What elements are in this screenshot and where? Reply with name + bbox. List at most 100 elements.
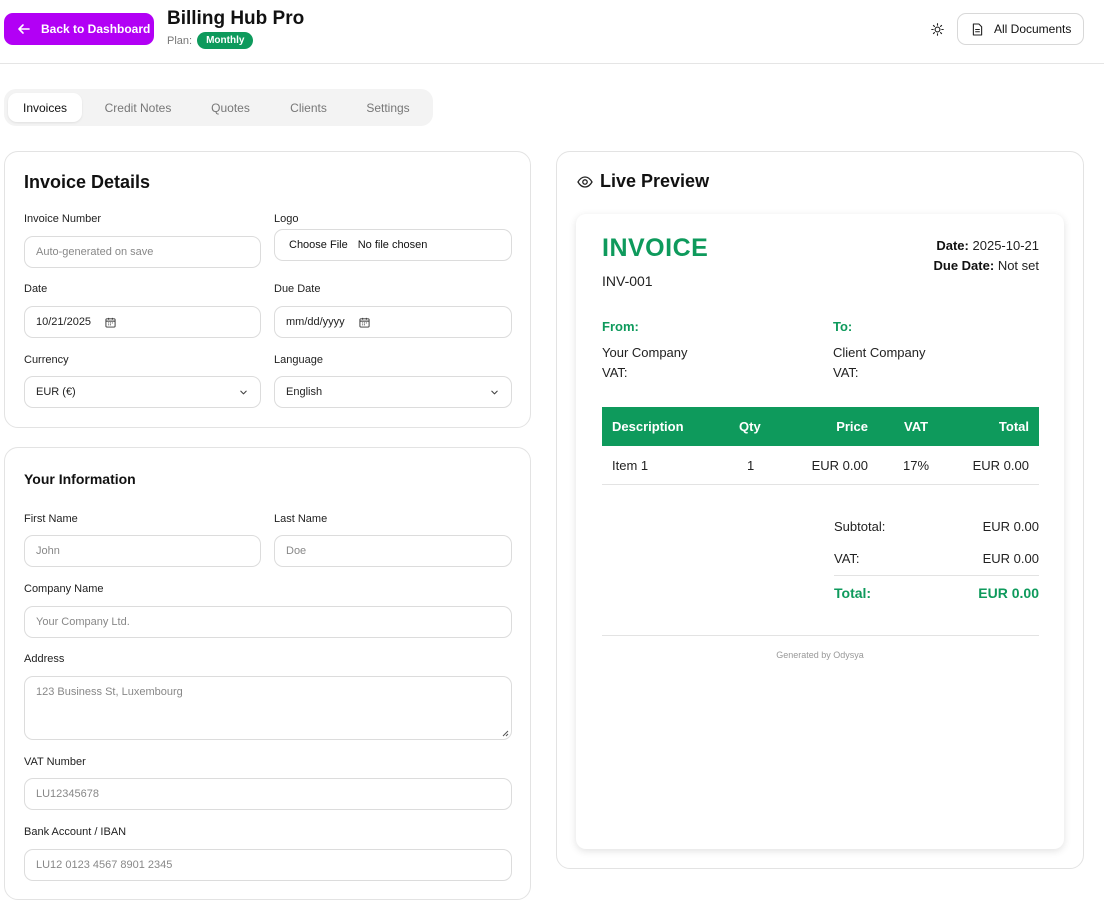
last-name-placeholder: Doe — [286, 545, 307, 557]
calendar-icon[interactable] — [105, 317, 116, 328]
address-label: Address — [24, 653, 65, 665]
resize-handle-icon[interactable] — [501, 729, 509, 737]
date-input[interactable]: 10/21/2025 — [24, 306, 261, 338]
col-description: Description — [612, 419, 684, 434]
invoice-details-title: Invoice Details — [24, 172, 151, 192]
item-qty: 1 — [747, 458, 755, 473]
from-company: Your Company — [602, 345, 688, 360]
top-header: Back to Dashboard Billing Hub Pro Plan: … — [0, 0, 1104, 64]
subtotal-label: Subtotal: — [834, 519, 886, 534]
chevron-down-icon — [240, 390, 247, 395]
language-value: English — [286, 386, 323, 398]
currency-label: Currency — [24, 354, 69, 366]
from-label: From: — [602, 319, 639, 334]
to-label: To: — [833, 319, 853, 334]
company-name-input[interactable]: Your Company Ltd. — [24, 606, 512, 638]
all-documents-label: All Documents — [994, 22, 1072, 36]
bank-account-label: Bank Account / IBAN — [24, 826, 127, 838]
document-icon — [972, 22, 983, 36]
summary-divider — [834, 575, 1039, 576]
back-to-dashboard-button[interactable]: Back to Dashboard — [4, 13, 154, 45]
due-date-label: Due Date — [274, 283, 321, 295]
your-information-card: Your Information First Name John Last Na… — [4, 447, 531, 900]
invoice-due-value: Not set — [997, 258, 1039, 273]
app-title: Billing Hub Pro — [167, 8, 305, 29]
first-name-placeholder: John — [36, 545, 60, 557]
choose-file-button[interactable]: Choose File — [289, 239, 348, 251]
last-name-label: Last Name — [274, 513, 328, 525]
chevron-down-icon — [491, 390, 498, 395]
currency-value: EUR (€) — [36, 386, 76, 398]
address-placeholder: 123 Business St, Luxembourg — [36, 686, 183, 698]
date-value: 10/21/2025 — [36, 316, 92, 328]
table-row: Item 1 1 EUR 0.00 17% EUR 0.00 — [602, 446, 1039, 485]
from-vat: VAT: — [602, 365, 628, 380]
document-tabs: Invoices Credit Notes Quotes Clients Set… — [4, 89, 433, 126]
tab-quotes[interactable]: Quotes — [194, 93, 267, 122]
footer-divider — [602, 635, 1039, 636]
logo-file-input[interactable]: Choose File No file chosen — [274, 229, 512, 261]
invoice-heading: INVOICE — [602, 234, 709, 262]
eye-icon — [577, 175, 593, 188]
live-preview-title: Live Preview — [577, 171, 709, 192]
currency-select[interactable]: EUR (€) — [24, 376, 261, 408]
invoice-number-input[interactable]: Auto-generated on save — [24, 236, 261, 268]
tab-clients[interactable]: Clients — [267, 93, 350, 122]
vat-total-value: EUR 0.00 — [982, 551, 1039, 566]
your-information-title: Your Information — [24, 471, 136, 487]
arrow-left-icon — [18, 24, 30, 34]
col-qty: Qty — [739, 419, 761, 434]
language-label: Language — [274, 354, 323, 366]
invoice-number-label: Invoice Number — [24, 213, 102, 225]
plan-badge: Monthly — [197, 32, 254, 49]
logo-label: Logo — [274, 213, 299, 225]
invoice-number-placeholder: Auto-generated on save — [36, 246, 154, 258]
vat-number-input[interactable]: LU12345678 — [24, 778, 512, 810]
theme-toggle-button[interactable] — [926, 18, 948, 40]
item-total: EUR 0.00 — [972, 458, 1029, 473]
sun-icon — [930, 22, 944, 36]
to-vat: VAT: — [833, 365, 859, 380]
to-company: Client Company — [833, 345, 926, 360]
col-vat: VAT — [904, 419, 929, 434]
invoice-preview-document: INVOICE INV-001 Date: 2025-10-21 Due Dat… — [576, 214, 1064, 849]
due-date-input[interactable]: mm/dd/yyyy — [274, 306, 512, 338]
plan-row: Plan: Monthly — [167, 32, 254, 49]
tab-settings[interactable]: Settings — [350, 93, 426, 122]
vat-total-label: VAT: — [834, 551, 860, 566]
invoice-date-value: 2025-10-21 — [972, 238, 1040, 253]
all-documents-button[interactable]: All Documents — [957, 13, 1084, 45]
plan-label: Plan: — [167, 34, 193, 47]
subtotal-value: EUR 0.00 — [982, 519, 1039, 534]
grand-total-value: EUR 0.00 — [978, 585, 1039, 601]
live-preview-label: Live Preview — [600, 171, 710, 191]
due-date-value: mm/dd/yyyy — [286, 316, 345, 328]
bank-account-input[interactable]: LU12 0123 4567 8901 2345 — [24, 849, 512, 881]
line-items-table: Description Qty Price VAT Total Item 1 1… — [602, 407, 1039, 485]
invoice-date-label: Date: — [936, 238, 969, 253]
tab-credit-notes[interactable]: Credit Notes — [82, 93, 194, 122]
generated-by-footer: Generated by Odysya — [776, 650, 864, 660]
address-textarea[interactable]: 123 Business St, Luxembourg — [24, 676, 512, 740]
company-name-placeholder: Your Company Ltd. — [36, 616, 130, 628]
col-price: Price — [836, 419, 868, 434]
table-header: Description Qty Price VAT Total — [602, 407, 1039, 446]
item-description: Item 1 — [612, 458, 649, 473]
last-name-input[interactable]: Doe — [274, 535, 512, 567]
invoice-details-card: Invoice Details Invoice Number Auto-gene… — [4, 151, 531, 428]
col-total: Total — [998, 419, 1029, 434]
file-status: No file chosen — [357, 239, 428, 251]
invoice-number: INV-001 — [602, 273, 653, 289]
tab-invoices[interactable]: Invoices — [8, 93, 82, 122]
grand-total-label: Total: — [834, 585, 872, 601]
invoice-due-label: Due Date: — [933, 258, 995, 273]
calendar-icon[interactable] — [359, 317, 370, 328]
date-label: Date — [24, 283, 48, 295]
language-select[interactable]: English — [274, 376, 512, 408]
first-name-input[interactable]: John — [24, 535, 261, 567]
vat-number-label: VAT Number — [24, 756, 86, 768]
company-name-label: Company Name — [24, 583, 104, 595]
bank-account-placeholder: LU12 0123 4567 8901 2345 — [36, 859, 173, 871]
first-name-label: First Name — [24, 513, 78, 525]
invoice-dates: Date: 2025-10-21 Due Date: Not set — [934, 236, 1040, 276]
